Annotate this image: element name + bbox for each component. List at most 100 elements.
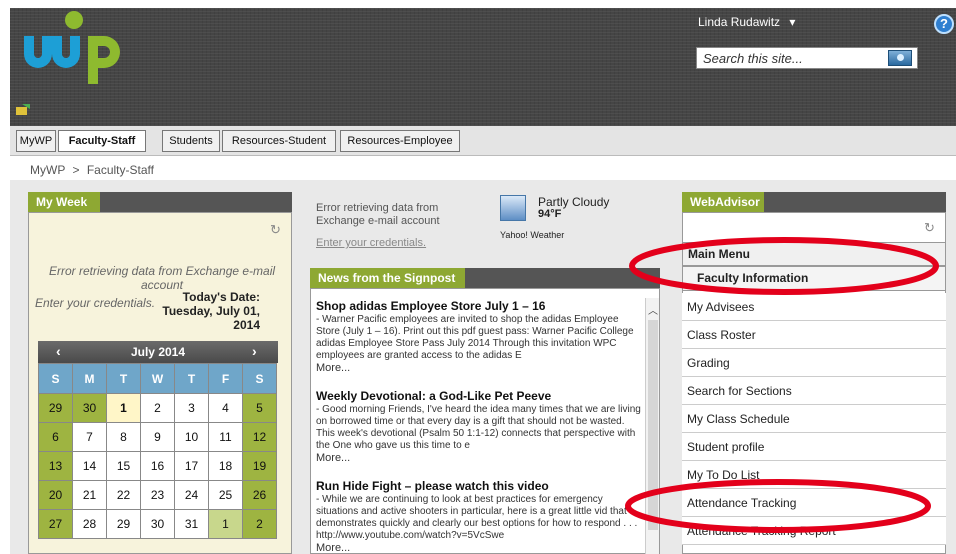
news-item-more[interactable]: More... [316,542,642,554]
calendar-day[interactable]: 20 [38,480,73,510]
breadcrumb-separator: > [72,163,80,177]
calendar-day[interactable]: 2 [140,393,175,423]
calendar-week: 20 21 22 23 24 25 26 [38,480,277,510]
news-item-title[interactable]: Shop adidas Employee Store July 1 – 16 [316,299,642,313]
scroll-up-icon[interactable]: ︿ [648,302,658,317]
calendar-day[interactable]: 11 [208,422,243,452]
webadvisor-link[interactable]: Class Roster [682,321,946,349]
wp-logo[interactable] [16,8,146,88]
calendar-month: July 2014 [130,345,186,359]
news-item: Shop adidas Employee Store July 1 – 16 -… [316,299,642,374]
tab-resources-student[interactable]: Resources-Student [222,130,336,152]
weekday-label: T [106,363,141,394]
calendar-day[interactable]: 1 [208,509,243,539]
search-icon[interactable] [888,50,912,66]
calendar-day[interactable]: 6 [38,422,73,452]
calendar-day[interactable]: 4 [208,393,243,423]
calendar-day[interactable]: 27 [38,509,73,539]
news-item-more[interactable]: More... [316,362,642,374]
calendar-day[interactable]: 24 [174,480,209,510]
my-week-title: My Week [28,192,100,212]
calendar-day[interactable]: 2 [242,509,277,539]
calendar-day[interactable]: 26 [242,480,277,510]
webadvisor-link[interactable]: Grading [682,349,946,377]
webadvisor-link[interactable]: My To Do List [682,461,946,489]
news-item-title[interactable]: Run Hide Fight – please watch this video [316,479,642,493]
calendar-grid: S M T W T F S 29 30 1 2 3 4 5 6 7 8 9 10… [38,363,277,539]
calendar-day[interactable]: 22 [106,480,141,510]
calendar-day[interactable]: 18 [208,451,243,481]
calendar-day[interactable]: 3 [174,393,209,423]
webadvisor-link[interactable]: Search for Sections [682,377,946,405]
calendar-day[interactable]: 23 [140,480,175,510]
calendar-day[interactable]: 14 [72,451,107,481]
calendar-day[interactable]: 16 [140,451,175,481]
nav-tabs: MyWP Faculty-Staff Students Resources-St… [10,126,956,156]
calendar-nav: ‹ July 2014 › [38,341,278,363]
weekday-label: S [242,363,277,394]
calendar-week: 6 7 8 9 10 11 12 [38,422,277,452]
scrollbar-thumb[interactable] [648,320,658,530]
calendar-day[interactable]: 12 [242,422,277,452]
tab-resources-employee[interactable]: Resources-Employee [340,130,460,152]
calendar-day[interactable]: 31 [174,509,209,539]
my-week-credentials[interactable]: Enter your credentials. [35,296,155,310]
calendar-day[interactable]: 5 [242,393,277,423]
webadvisor-link[interactable]: Student profile [682,433,946,461]
webadvisor-main-menu[interactable]: Main Menu [682,242,946,266]
news-header: News from the Signpost [310,268,660,288]
calendar-day[interactable]: 30 [140,509,175,539]
calendar-week: 13 14 15 16 17 18 19 [38,451,277,481]
help-icon[interactable]: ? [934,14,954,34]
page: Linda Rudawitz ▾ ? Search this site... M… [0,0,956,554]
weekday-label: W [140,363,175,394]
news-scrollbar[interactable]: ︿ [645,298,659,554]
webadvisor-link[interactable]: Attendance Tracking Report [682,517,946,545]
refresh-icon[interactable]: ↻ [924,220,935,236]
webadvisor-header: WebAdvisor [682,192,946,212]
news-item-more[interactable]: More... [316,452,642,464]
weekday-label: M [72,363,107,394]
site-header: Linda Rudawitz ▾ ? Search this site... [10,8,956,126]
refresh-icon[interactable]: ↻ [270,222,281,238]
news-item: Weekly Devotional: a God-Like Pet Peeve … [316,389,642,464]
calendar-day[interactable]: 7 [72,422,107,452]
calendar-day[interactable]: 29 [106,509,141,539]
calendar-day[interactable]: 19 [242,451,277,481]
calendar-day[interactable]: 30 [72,393,107,423]
weather-source[interactable]: Yahoo! Weather [500,230,564,240]
tab-students[interactable]: Students [162,130,220,152]
breadcrumb-root[interactable]: MyWP [30,163,65,177]
breadcrumb-current: Faculty-Staff [86,163,154,177]
calendar-day[interactable]: 21 [72,480,107,510]
calendar-day[interactable]: 28 [72,509,107,539]
edit-page-icon[interactable] [16,104,30,116]
my-week-error: Error retrieving data from Exchange e-ma… [48,264,276,292]
calendar-day[interactable]: 10 [174,422,209,452]
calendar-day[interactable]: 29 [38,393,73,423]
webadvisor-link[interactable]: My Advisees [682,293,946,321]
calendar-day[interactable]: 25 [208,480,243,510]
calendar-day[interactable]: 9 [140,422,175,452]
chevron-down-icon: ▾ [789,15,796,29]
calendar-day[interactable]: 8 [106,422,141,452]
calendar-day[interactable]: 15 [106,451,141,481]
webadvisor-faculty-information[interactable]: Faculty Information [682,266,946,291]
tab-faculty-staff[interactable]: Faculty-Staff [58,130,146,152]
news-item: Run Hide Fight – please watch this video… [316,479,642,554]
calendar-day[interactable]: 17 [174,451,209,481]
webadvisor-link[interactable]: My Class Schedule [682,405,946,433]
news-item-title[interactable]: Weekly Devotional: a God-Like Pet Peeve [316,389,642,403]
calendar-day[interactable]: 13 [38,451,73,481]
my-week-header: My Week [28,192,292,212]
tab-mywp[interactable]: MyWP [16,130,56,152]
partly-cloudy-icon [500,195,526,221]
calendar-day-today[interactable]: 1 [106,393,141,423]
webadvisor-title: WebAdvisor [682,192,764,212]
weather-credentials-link[interactable]: Enter your credentials. [316,237,426,249]
webadvisor-link-attendance-tracking[interactable]: Attendance Tracking [682,489,946,517]
search-input[interactable]: Search this site... [696,47,918,69]
chevron-right-icon[interactable]: › [252,343,257,359]
user-menu[interactable]: Linda Rudawitz ▾ [698,15,795,29]
news-title: News from the Signpost [310,268,465,288]
